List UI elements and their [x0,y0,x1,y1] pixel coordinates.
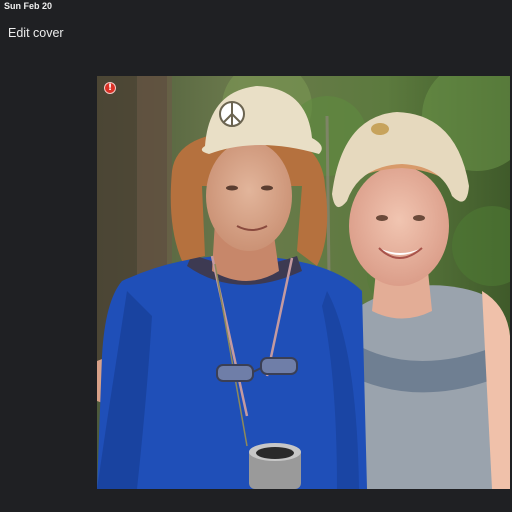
page-title: Edit cover [8,26,64,40]
header: Edit cover [0,14,512,54]
cover-photo-image [97,76,510,489]
status-bar: Sun Feb 20 [0,0,512,12]
status-date: Sun Feb 20 [4,1,53,11]
cover-photo[interactable] [97,76,510,489]
edit-cover-screen: Sun Feb 20 Edit cover ! [0,0,512,512]
error-icon[interactable]: ! [104,82,116,94]
